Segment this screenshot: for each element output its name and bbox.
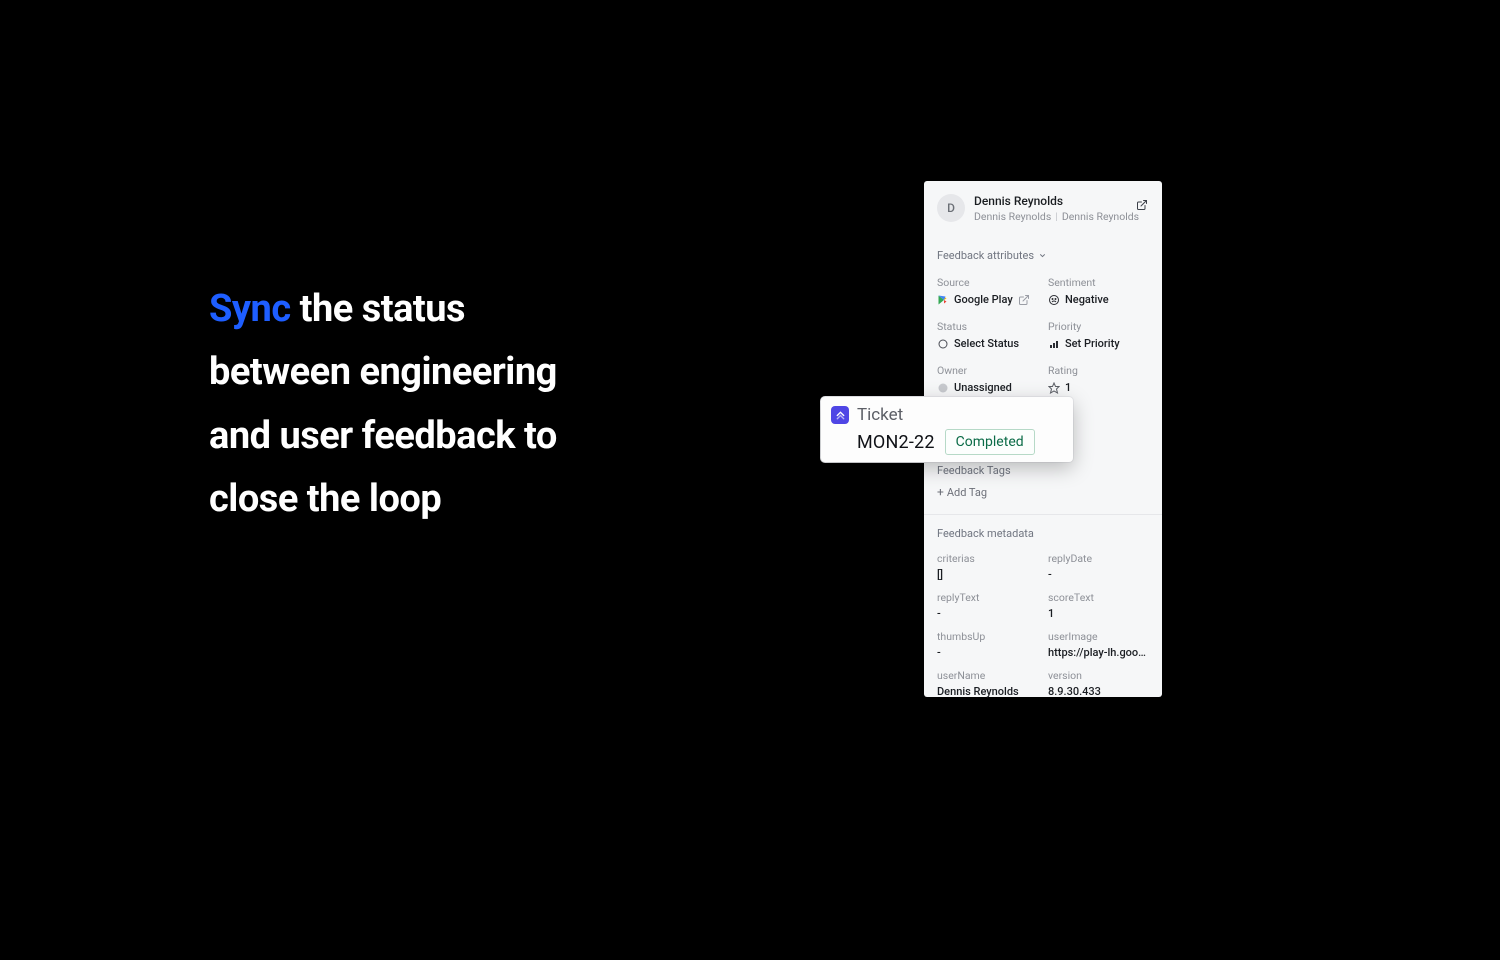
meta-replyText: replyText - bbox=[937, 591, 1038, 620]
external-link-icon bbox=[1018, 294, 1030, 306]
frown-icon bbox=[1048, 294, 1060, 306]
attr-source[interactable]: Source Google Play bbox=[937, 276, 1038, 306]
bars-icon bbox=[1048, 338, 1060, 350]
ticket-id: MON2-22 bbox=[857, 432, 935, 453]
feedback-tags-title: Feedback Tags bbox=[937, 464, 1149, 477]
feedback-attributes-header[interactable]: Feedback attributes bbox=[924, 249, 1162, 262]
meta-userName: userName Dennis Reynolds bbox=[937, 669, 1038, 698]
attr-sentiment[interactable]: Sentiment Negative bbox=[1048, 276, 1149, 306]
user-name: Dennis Reynolds bbox=[974, 194, 1149, 208]
feedback-tags-block: Feedback Tags + Add Tag bbox=[924, 454, 1162, 515]
user-subline: Dennis Reynolds|Dennis Reynolds bbox=[974, 210, 1149, 223]
attr-rating[interactable]: Rating 1 bbox=[1048, 364, 1149, 394]
external-link-icon[interactable] bbox=[1136, 199, 1148, 211]
metadata-grid: criterias [] replyDate - replyText - sco… bbox=[924, 540, 1162, 712]
meta-replyDate: replyDate - bbox=[1048, 552, 1149, 581]
add-tag-button[interactable]: + Add Tag bbox=[937, 486, 987, 499]
meta-thumbsUp: thumbsUp - bbox=[937, 630, 1038, 659]
meta-version: version 8.9.30.433 bbox=[1048, 669, 1149, 698]
avatar: D bbox=[937, 194, 965, 222]
meta-userImage: userImage https://play-lh.goo… bbox=[1048, 630, 1149, 659]
attributes-grid: Source Google Play Sentiment Negative bbox=[924, 262, 1162, 394]
avatar-initial: D bbox=[947, 201, 955, 215]
google-play-icon bbox=[937, 294, 949, 306]
marketing-headline: Sync the status between engineering and … bbox=[209, 278, 609, 532]
ticket-app-icon bbox=[831, 406, 849, 424]
user-circle-icon bbox=[937, 382, 949, 394]
circle-icon bbox=[937, 338, 949, 350]
attr-owner[interactable]: Owner Unassigned bbox=[937, 364, 1038, 394]
attr-priority[interactable]: Priority Set Priority bbox=[1048, 320, 1149, 350]
card-header: D Dennis Reynolds Dennis Reynolds|Dennis… bbox=[924, 181, 1162, 233]
attr-status[interactable]: Status Select Status bbox=[937, 320, 1038, 350]
meta-scoreText: scoreText 1 bbox=[1048, 591, 1149, 620]
ticket-status-badge: Completed bbox=[945, 429, 1035, 455]
feedback-metadata-header[interactable]: Feedback metadata bbox=[924, 515, 1162, 540]
star-icon bbox=[1048, 382, 1060, 394]
headline-accent: Sync bbox=[209, 287, 291, 331]
chevron-down-icon bbox=[1038, 251, 1047, 260]
meta-criterias: criterias [] bbox=[937, 552, 1038, 581]
plus-icon: + bbox=[937, 486, 944, 498]
ticket-title: Ticket bbox=[857, 405, 903, 425]
ticket-card[interactable]: Ticket MON2-22 Completed bbox=[821, 397, 1073, 462]
